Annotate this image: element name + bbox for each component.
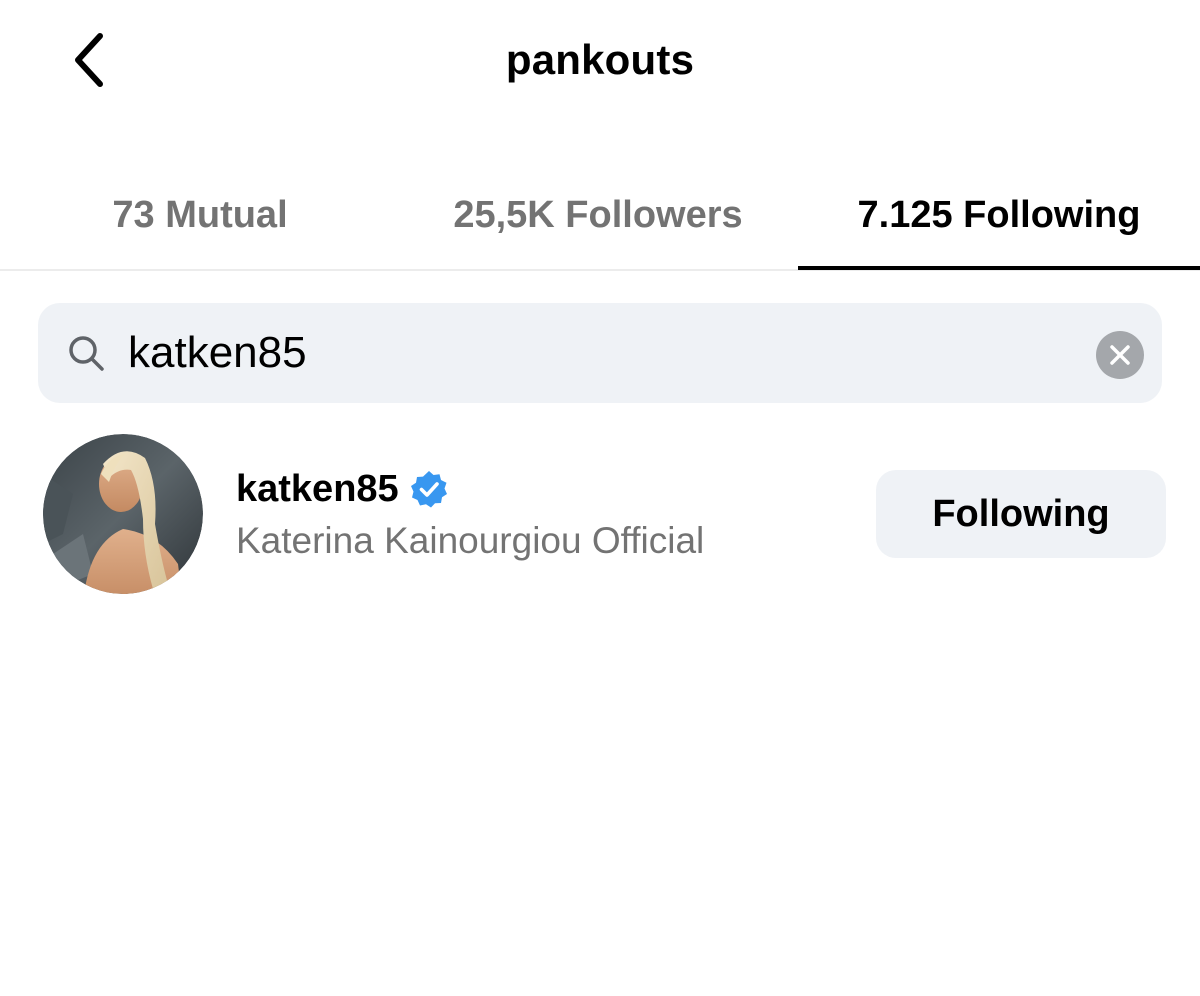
username[interactable]: katken85 <box>236 468 399 511</box>
active-tab-indicator <box>798 266 1200 270</box>
avatar-image <box>43 434 203 594</box>
tab-followers[interactable]: 25,5K Followers <box>398 160 798 270</box>
list-item[interactable]: katken85 Katerina Kainourgiou Official F… <box>0 430 1200 600</box>
tab-mutual[interactable]: 73 Mutual <box>0 160 400 270</box>
tab-following[interactable]: 7.125 Following <box>798 160 1200 270</box>
clear-search-button[interactable] <box>1096 331 1144 379</box>
clear-icon <box>1110 345 1130 365</box>
user-info: katken85 Katerina Kainourgiou Official <box>236 464 836 562</box>
search-bar <box>38 303 1162 403</box>
avatar[interactable] <box>43 434 203 594</box>
following-list-screen: pankouts 73 Mutual 25,5K Followers 7.125… <box>0 0 1200 996</box>
username-line: katken85 <box>236 464 836 514</box>
page-title: pankouts <box>505 36 695 83</box>
tab-bar: 73 Mutual 25,5K Followers 7.125 Followin… <box>0 160 1200 272</box>
search-input[interactable] <box>128 321 1078 385</box>
full-name: Katerina Kainourgiou Official <box>236 520 705 561</box>
verified-badge-icon <box>410 471 447 508</box>
search-icon <box>69 336 104 371</box>
following-button[interactable]: Following <box>876 470 1166 558</box>
header: pankouts <box>0 0 1200 120</box>
